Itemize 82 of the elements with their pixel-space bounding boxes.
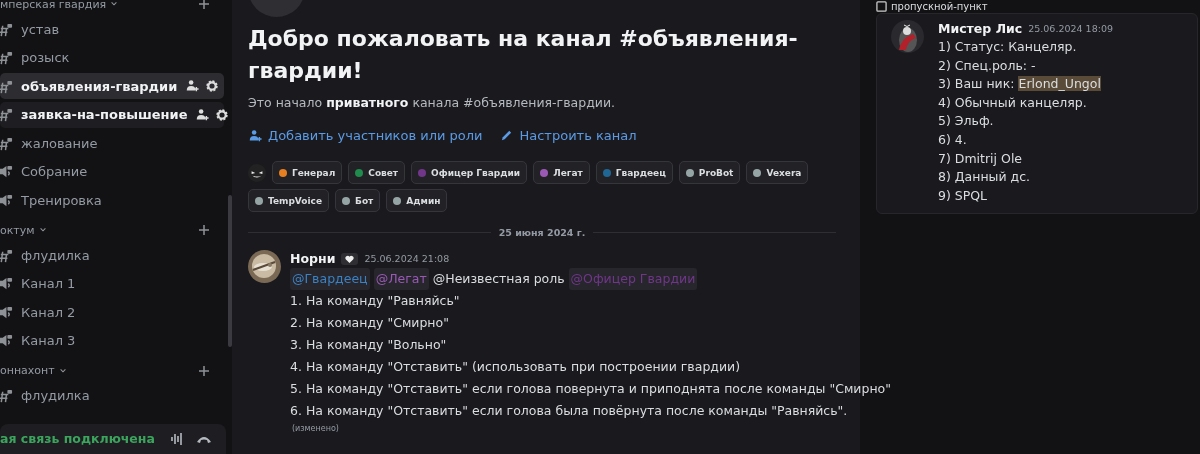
chevron-icon[interactable] — [58, 366, 67, 375]
mention-text: @Неизвестная роль — [432, 270, 565, 288]
channel-item[interactable]: Собрание — [0, 158, 224, 185]
category-label[interactable]: оннахонт — [0, 364, 55, 377]
message-line: 6) 4. — [938, 130, 968, 149]
plus-icon[interactable] — [198, 224, 210, 236]
author-name[interactable]: Мистер Лис — [938, 20, 1023, 38]
private-channel-icon — [0, 135, 13, 151]
channel-item[interactable]: Тренировка — [0, 187, 224, 213]
private-voice-icon — [0, 276, 13, 291]
message-line: 9) SPQL — [938, 186, 989, 205]
message-line: 3) Ваш ник: Erlond_Ungol — [938, 75, 1102, 94]
message-line: 6. На команду "Отставить" если голова была повёрнута после команды "Равняйсь". — [290, 402, 849, 420]
role-tag[interactable]: TempVoice — [248, 189, 330, 212]
channel-item[interactable]: устав — [0, 16, 224, 42]
channel-item[interactable]: Канал 3 — [0, 327, 224, 354]
private-channel-icon — [0, 247, 13, 263]
add-member-icon[interactable] — [195, 107, 210, 122]
role-tag[interactable]: Гвардеец — [595, 161, 673, 184]
edited-label: (изменено) — [292, 423, 340, 435]
category-label[interactable]: мперская гвардия — [0, 0, 107, 11]
message-time: 25.06.2024 18:09 — [1028, 22, 1113, 36]
settings-icon[interactable] — [205, 79, 220, 93]
plus-icon[interactable] — [198, 0, 210, 10]
author-name[interactable]: Норни — [290, 250, 336, 268]
role-tag[interactable]: Совет — [348, 161, 406, 184]
private-channel-icon — [0, 78, 13, 94]
role-tag[interactable]: ProBot — [678, 161, 741, 184]
message-line: 2) Спец.роль: - — [938, 56, 1037, 75]
message-line: 8) Данный дс. — [938, 168, 1032, 187]
private-channel-icon — [0, 21, 13, 37]
add-member-icon[interactable] — [185, 79, 200, 93]
private-voice-icon — [0, 164, 13, 179]
chevron-icon[interactable] — [38, 226, 47, 234]
phone-icon[interactable] — [196, 434, 212, 444]
channel-action-link[interactable]: Настроить канал — [500, 128, 637, 143]
message-line: 2. На команду "Смирно" — [290, 314, 450, 332]
chevron-icon[interactable] — [110, 0, 119, 8]
add-member-icon[interactable] — [248, 128, 262, 143]
message-line: 1. На команду "Равняйсь" — [290, 292, 461, 310]
message-line: 5) Эльф. — [938, 112, 995, 131]
message-line: 4. На команду "Отставить" (использовать при построении гвардии) — [290, 358, 742, 376]
pencil-icon — [500, 129, 514, 142]
role-tag[interactable]: Vexera — [746, 161, 809, 184]
message-line: 4) Обычный канцеляр. — [938, 93, 1088, 112]
private-voice-icon — [0, 333, 13, 348]
role-tag[interactable]: Генерал — [272, 161, 343, 184]
message-time: 25.06.2024 21:08 — [364, 252, 450, 266]
channel-header: пропускной-пункт — [891, 0, 988, 13]
private-channel-icon — [0, 388, 13, 403]
channel-item[interactable]: флудилка — [0, 242, 224, 268]
private-channel-icon — [0, 107, 13, 122]
category-label[interactable]: октум — [0, 223, 35, 237]
private-voice-icon — [0, 304, 13, 320]
channel-item[interactable]: флудилка — [0, 382, 224, 409]
forum-icon — [876, 1, 887, 12]
signal-icon[interactable] — [170, 432, 184, 446]
private-channel-icon — [0, 50, 13, 65]
private-voice-icon — [0, 192, 13, 208]
intro-text: Это начало приватного канала #объявления-гвардии. — [248, 95, 616, 110]
channel-item[interactable]: Канал 1 — [0, 270, 224, 297]
role-mention[interactable]: @Гвардеец — [290, 268, 370, 290]
bot-avatar — [248, 163, 266, 182]
channel-item[interactable]: розыск — [0, 44, 224, 71]
role-tag[interactable]: Бот — [335, 189, 381, 212]
role-tag[interactable]: Офицер Гвардии — [411, 161, 528, 184]
message-line: 7) Dmitrij Ole — [938, 149, 1024, 168]
voice-status: ая связь подключена — [0, 430, 156, 446]
settings-icon[interactable] — [215, 107, 230, 122]
date-divider: 25 июня 2024 г. — [498, 227, 586, 238]
role-tag[interactable]: Легат — [533, 161, 590, 184]
heart-badge — [341, 253, 359, 265]
channel-action-link[interactable]: Добавить участников или роли — [248, 128, 483, 143]
message-line: 5. На команду "Отставить" если голова повернута и приподнята после команды "Смирно" — [290, 380, 891, 398]
message-line: 3. На команду "Вольно" — [290, 336, 448, 354]
message-line: 1) Статус: Канцеляр. — [938, 38, 1078, 56]
channel-item[interactable]: Канал 2 — [0, 299, 224, 325]
welcome-title: Добро пожаловать на канал #объявления-гвардии! — [248, 25, 799, 85]
channel-item[interactable]: жалование — [0, 130, 224, 156]
channel-item[interactable]: объявления-гвардии — [0, 73, 224, 99]
role-tag[interactable]: Админ — [386, 189, 448, 212]
plus-icon[interactable] — [198, 364, 210, 377]
